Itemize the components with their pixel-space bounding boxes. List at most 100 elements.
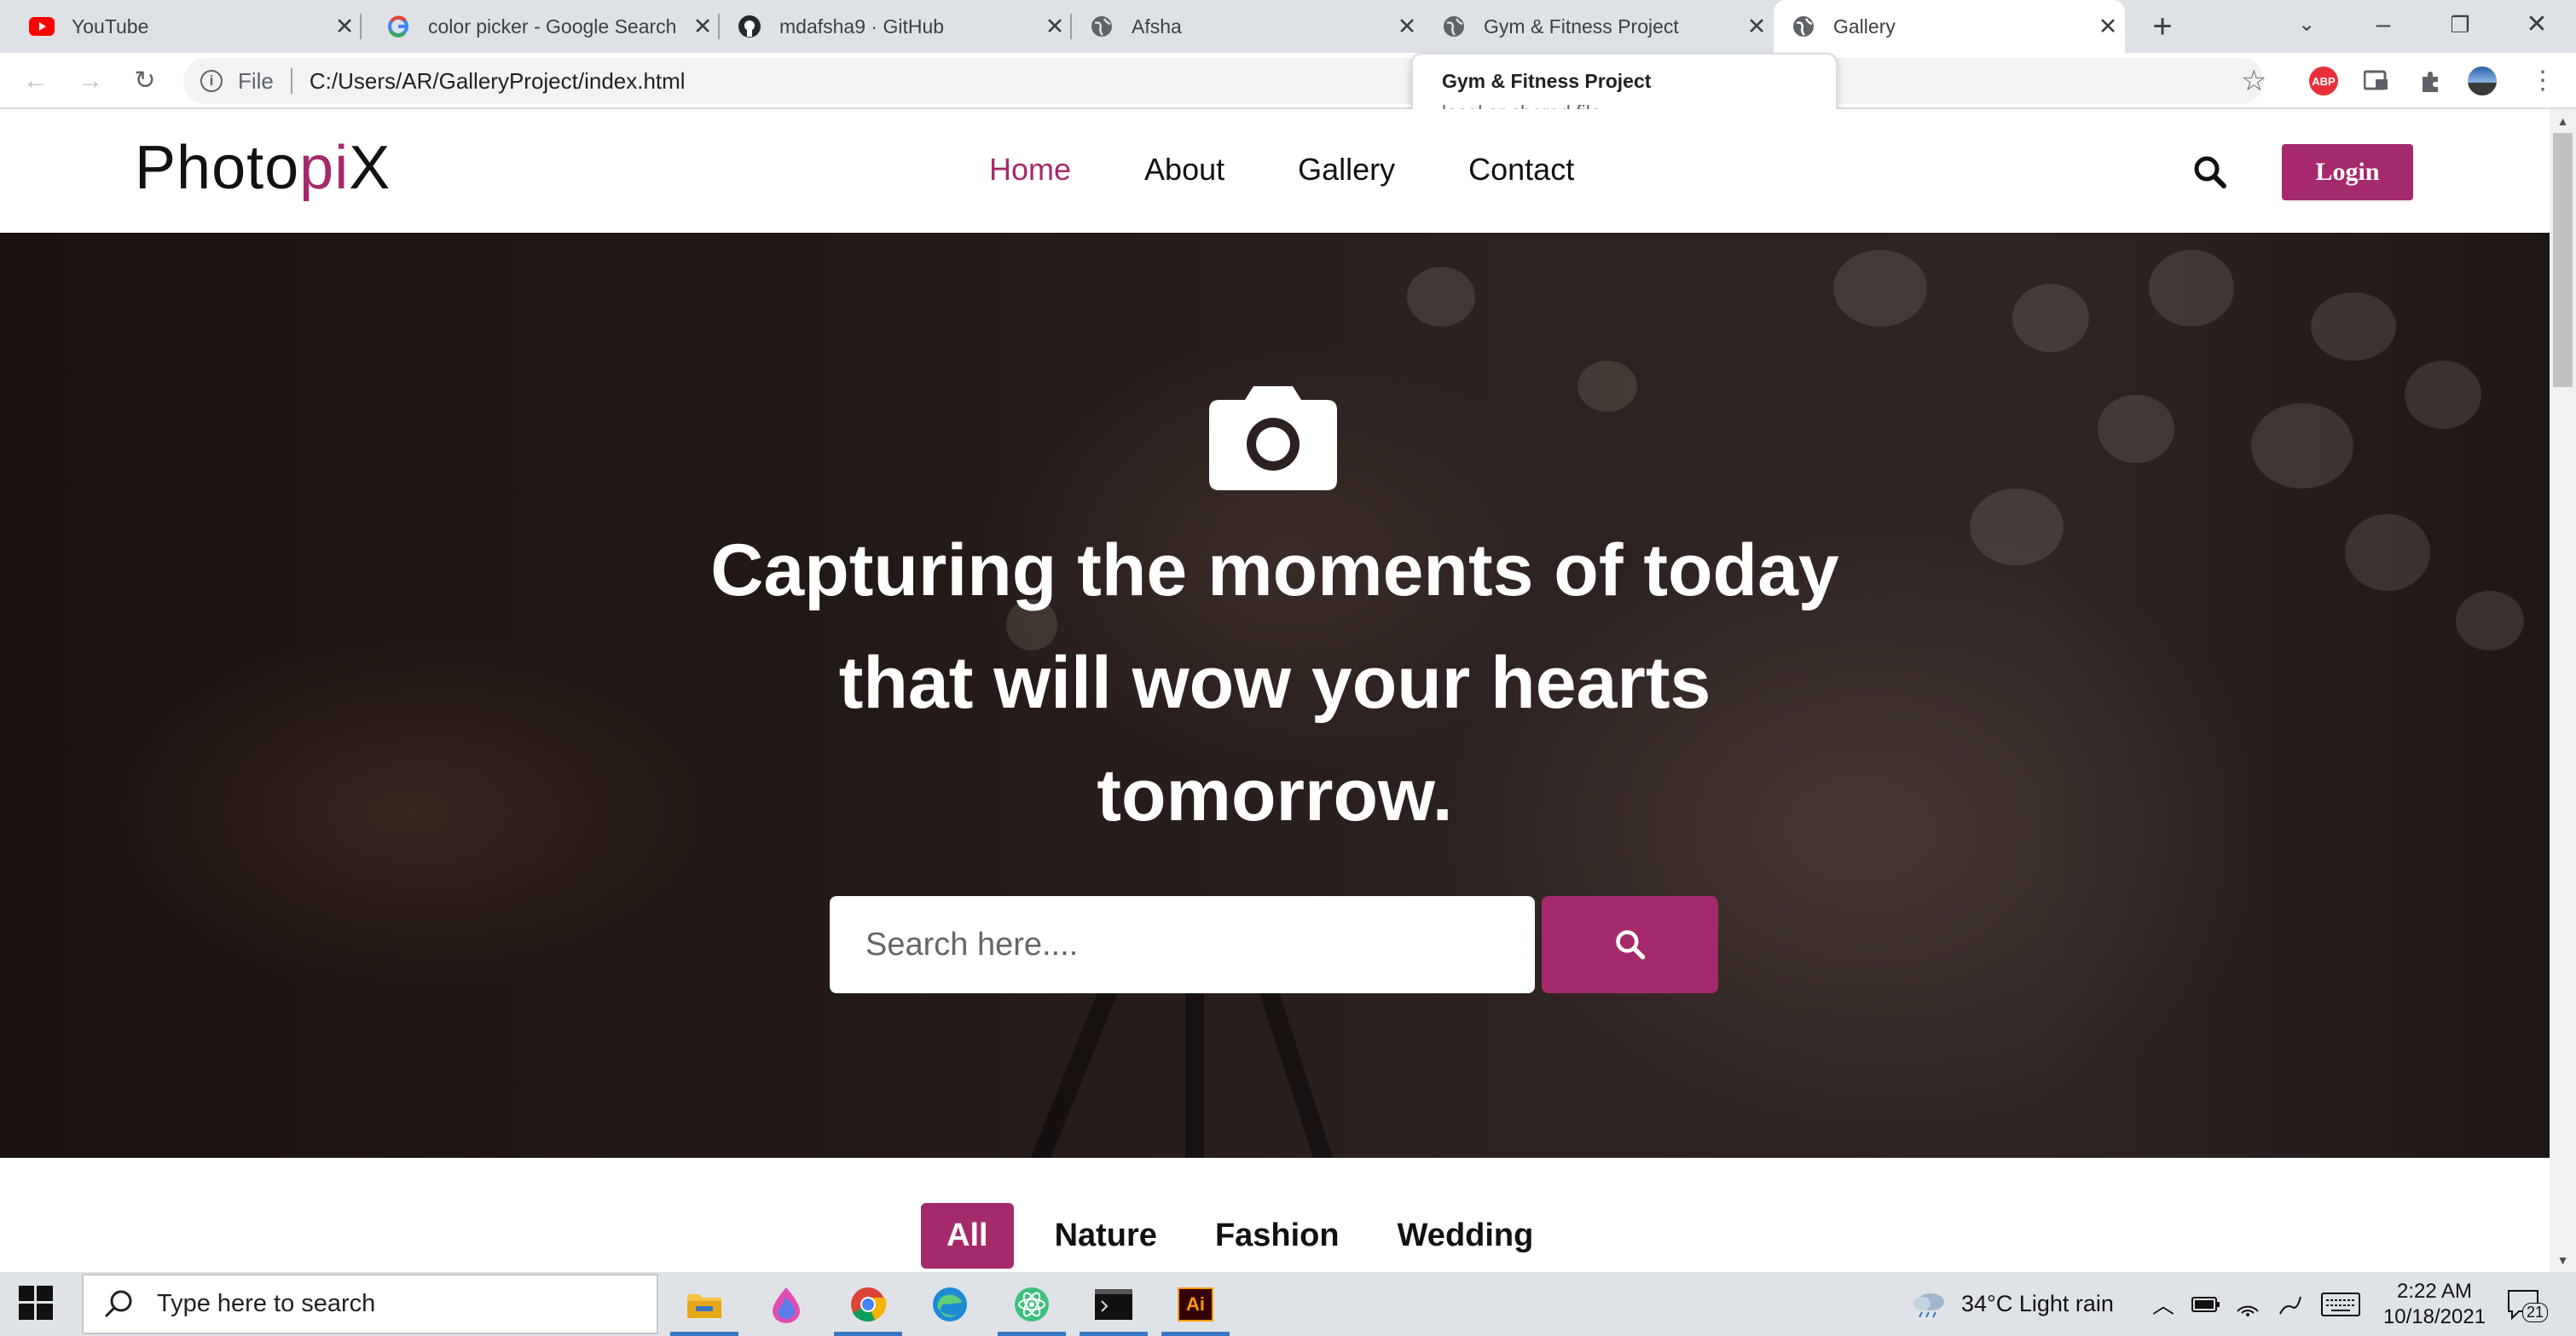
address-bar[interactable]: i File C:/Users/AR/GalleryProject/index.… bbox=[183, 58, 2264, 104]
tab-afsha[interactable]: Afsha ✕ bbox=[1072, 0, 1424, 53]
scrollbar-thumb[interactable] bbox=[2553, 133, 2573, 387]
logo-text: Photo bbox=[135, 134, 300, 202]
site-header: PhotopiX Home About Gallery Contact Logi… bbox=[0, 109, 2550, 233]
atom-icon[interactable] bbox=[991, 1272, 1073, 1336]
battery-icon[interactable] bbox=[2191, 1272, 2220, 1336]
web-page: PhotopiX Home About Gallery Contact Logi… bbox=[0, 109, 2550, 1272]
active-app-indicator bbox=[834, 1332, 902, 1336]
reload-button[interactable]: ↻ bbox=[128, 64, 162, 98]
restore-button[interactable]: ❐ bbox=[2422, 0, 2498, 53]
hero-section: Capturing the moments of today that will… bbox=[0, 233, 2550, 1158]
tab-title: Gym & Fitness Project bbox=[1484, 14, 1679, 38]
nav-contact[interactable]: Contact bbox=[1468, 152, 1574, 188]
weather-widget[interactable]: 34°C Light rain bbox=[1910, 1272, 2114, 1336]
close-tab-icon[interactable]: ✕ bbox=[1740, 14, 1774, 40]
scroll-up-arrow[interactable]: ▲ bbox=[2550, 114, 2576, 128]
nav-gallery[interactable]: Gallery bbox=[1298, 152, 1395, 188]
show-hidden-icons-chevron-icon[interactable]: ︿ bbox=[2152, 1272, 2174, 1336]
close-tab-icon[interactable]: ✕ bbox=[327, 14, 362, 40]
forward-button[interactable]: → bbox=[73, 64, 107, 98]
url-text[interactable]: C:/Users/AR/GalleryProject/index.html bbox=[310, 68, 686, 95]
clock-date: 10/18/2021 bbox=[2382, 1304, 2486, 1328]
globe-icon bbox=[1441, 14, 1467, 39]
tab-github[interactable]: mdafsha9 · GitHub ✕ bbox=[720, 0, 1072, 53]
nav-home[interactable]: Home bbox=[989, 152, 1071, 188]
tooltip-title: Gym & Fitness Project bbox=[1442, 70, 1652, 92]
scheme-label: File bbox=[238, 67, 274, 94]
tab-title: color picker - Google Search bbox=[428, 14, 677, 38]
keyboard-icon[interactable] bbox=[2321, 1272, 2360, 1336]
windows-start-icon[interactable] bbox=[19, 1286, 58, 1325]
login-button[interactable]: Login bbox=[2282, 144, 2413, 200]
tab-google-search[interactable]: color picker - Google Search ✕ bbox=[362, 0, 720, 53]
logo-accent-text: pi bbox=[299, 134, 350, 202]
extensions-puzzle-icon[interactable] bbox=[2416, 67, 2445, 95]
divider bbox=[290, 68, 292, 94]
illustrator-label: Ai bbox=[1178, 1287, 1213, 1322]
close-tab-icon[interactable]: ✕ bbox=[686, 14, 720, 40]
weather-text: 34°C Light rain bbox=[1961, 1291, 2114, 1316]
notification-center-icon[interactable]: 21 bbox=[2507, 1272, 2549, 1336]
back-button[interactable]: ← bbox=[19, 64, 53, 98]
clock-time: 2:22 AM bbox=[2396, 1279, 2473, 1303]
hero-search-button[interactable] bbox=[1542, 896, 1718, 993]
tab-search-icon[interactable]: ⌄ bbox=[2268, 0, 2345, 53]
active-app-indicator bbox=[670, 1332, 738, 1336]
minimize-button[interactable]: – bbox=[2345, 0, 2422, 53]
adblock-extension-icon[interactable]: ABP bbox=[2309, 67, 2338, 95]
site-info-icon[interactable]: i bbox=[200, 70, 223, 92]
globe-icon bbox=[1089, 14, 1114, 39]
search-icon[interactable] bbox=[2191, 153, 2229, 191]
logo-text-end: X bbox=[349, 134, 391, 202]
filter-all[interactable]: All bbox=[921, 1203, 1014, 1269]
pen-ink-icon[interactable] bbox=[2277, 1272, 2304, 1336]
globe-icon bbox=[1791, 14, 1816, 39]
adblock-label: ABP bbox=[2312, 74, 2336, 88]
active-app-indicator bbox=[1080, 1332, 1148, 1336]
wifi-icon[interactable] bbox=[2234, 1272, 2261, 1336]
filter-fashion[interactable]: Fashion bbox=[1215, 1203, 1340, 1269]
github-icon bbox=[737, 14, 762, 39]
search-icon bbox=[104, 1290, 132, 1317]
hero-search-input[interactable] bbox=[830, 896, 1535, 993]
close-tab-icon[interactable]: ✕ bbox=[1390, 14, 1424, 40]
main-nav: Home About Gallery Contact bbox=[989, 152, 1647, 188]
new-tab-button[interactable]: + bbox=[2143, 7, 2182, 46]
tab-youtube[interactable]: YouTube ✕ bbox=[0, 0, 362, 53]
active-app-indicator bbox=[998, 1332, 1066, 1336]
close-tab-icon[interactable]: ✕ bbox=[2091, 14, 2125, 40]
nav-about[interactable]: About bbox=[1144, 152, 1224, 188]
bookmark-star-icon[interactable]: ☆ bbox=[2241, 64, 2266, 98]
rain-cloud-icon bbox=[1913, 1293, 1944, 1317]
tab-gallery[interactable]: Gallery ✕ bbox=[1774, 0, 2125, 53]
taskbar-clock[interactable]: 2:22 AM 10/18/2021 bbox=[2379, 1272, 2490, 1336]
filter-wedding[interactable]: Wedding bbox=[1398, 1203, 1534, 1269]
close-tab-icon[interactable]: ✕ bbox=[1038, 14, 1072, 40]
illustrator-icon[interactable]: Ai bbox=[1155, 1272, 1236, 1336]
cast-extension-icon[interactable] bbox=[2362, 67, 2391, 95]
filter-nature[interactable]: Nature bbox=[1055, 1203, 1157, 1269]
tab-title: mdafsha9 · GitHub bbox=[779, 14, 945, 38]
tab-title: Afsha bbox=[1132, 14, 1182, 38]
close-window-button[interactable]: ✕ bbox=[2498, 0, 2575, 53]
site-logo[interactable]: PhotopiX bbox=[135, 133, 391, 203]
tab-title: YouTube bbox=[72, 14, 149, 38]
file-explorer-icon[interactable] bbox=[663, 1272, 745, 1336]
google-icon bbox=[385, 14, 411, 39]
profile-avatar[interactable] bbox=[2468, 67, 2497, 95]
edge-icon[interactable] bbox=[909, 1272, 991, 1336]
page-scrollbar[interactable]: ▲ ▼ bbox=[2550, 109, 2576, 1272]
active-app-indicator bbox=[1161, 1332, 1230, 1336]
scroll-down-arrow[interactable]: ▼ bbox=[2550, 1253, 2576, 1267]
hero-overlay: Capturing the moments of today that will… bbox=[0, 233, 2550, 1158]
chrome-icon[interactable] bbox=[827, 1272, 909, 1336]
hero-headline: Capturing the moments of today that will… bbox=[710, 529, 1839, 836]
search-icon bbox=[1615, 930, 1645, 960]
tab-gym-fitness[interactable]: Gym & Fitness Project ✕ bbox=[1424, 0, 1774, 53]
paint-icon[interactable] bbox=[745, 1272, 827, 1336]
tab-title: Gallery bbox=[1833, 14, 1896, 38]
taskbar-search-box[interactable]: Type here to search bbox=[82, 1274, 658, 1334]
terminal-icon[interactable] bbox=[1073, 1272, 1155, 1336]
chrome-menu-icon[interactable]: ⋮ bbox=[2526, 64, 2560, 98]
taskbar-search-placeholder: Type here to search bbox=[157, 1290, 376, 1317]
